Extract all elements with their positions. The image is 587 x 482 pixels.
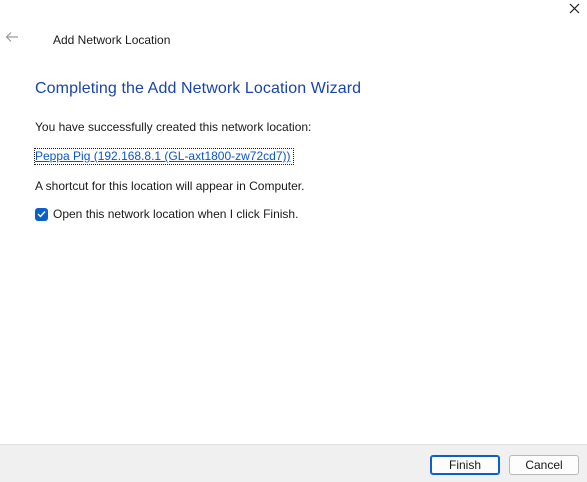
cancel-button[interactable]: Cancel [509,455,579,475]
close-icon [569,1,580,19]
success-message: You have successfully created this netwo… [35,120,312,134]
add-network-location-dialog: Add Network Location Completing the Add … [0,0,587,482]
open-location-checkbox-label[interactable]: Open this network location when I click … [53,207,298,221]
open-location-checkbox[interactable] [35,207,48,221]
close-button[interactable] [561,0,587,20]
back-button[interactable] [3,30,21,48]
finish-button[interactable]: Finish [430,455,500,475]
window-title: Add Network Location [53,33,171,47]
network-location-link[interactable]: Peppa Pig (192.168.8.1 (GL-axt1800-zw72c… [34,148,294,165]
checkmark-icon [37,211,46,218]
wizard-heading: Completing the Add Network Location Wiza… [35,80,362,97]
open-location-checkbox-row[interactable]: Open this network location when I click … [35,207,298,221]
shortcut-message: A shortcut for this location will appear… [35,179,305,193]
dialog-footer: Finish Cancel [0,444,587,482]
back-arrow-icon [5,30,19,48]
